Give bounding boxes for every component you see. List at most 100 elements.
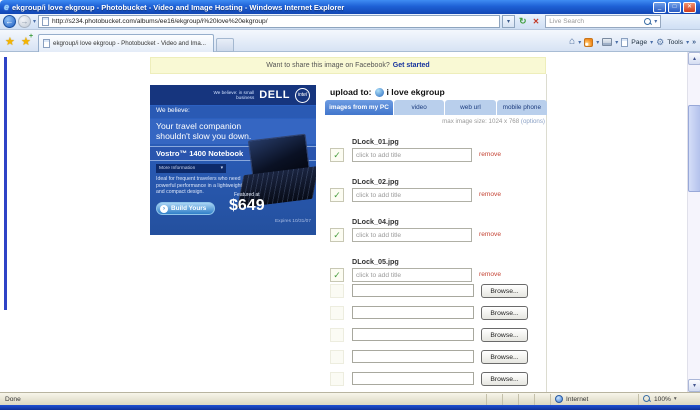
vertical-scrollbar[interactable]: ▴ ▾ <box>687 52 700 392</box>
command-bar: ★ ★ + ekgroup/i love ekgroup - Photobuck… <box>0 30 700 52</box>
window-title: ekgroup/i love ekgroup - Photobucket - V… <box>12 2 345 12</box>
toolbar-overflow-icon[interactable]: » <box>692 39 696 46</box>
status-pane <box>534 393 550 405</box>
print-icon[interactable] <box>602 38 613 46</box>
search-input[interactable] <box>549 18 643 25</box>
album-name: i love ekgroup <box>386 87 445 97</box>
home-icon[interactable]: ⌂ <box>569 37 575 47</box>
url-input[interactable] <box>52 18 497 25</box>
tab-favicon <box>43 39 50 48</box>
page-menu-label[interactable]: Page <box>631 39 647 46</box>
title-bar: e ekgroup/i love ekgroup - Photobucket -… <box>0 0 700 14</box>
address-field[interactable] <box>38 15 501 28</box>
tab-title: ekgroup/i love ekgroup - Photobucket - V… <box>53 40 206 47</box>
feed-dropdown-icon[interactable]: ▾ <box>596 39 599 46</box>
get-started-link[interactable]: Get started <box>393 62 430 69</box>
print-dropdown-icon[interactable]: ▾ <box>615 39 618 46</box>
page-content: Want to share this image on Facebook? Ge… <box>0 52 687 392</box>
empty-check-slot <box>330 284 344 298</box>
window-bottom-border <box>0 405 700 410</box>
ad-expires: Expires 10/31/07 <box>274 219 311 224</box>
history-dropdown-icon[interactable]: ▾ <box>33 18 36 25</box>
search-icon[interactable] <box>644 17 652 26</box>
file-path-input[interactable] <box>352 328 474 341</box>
browse-button[interactable]: Browse... <box>481 306 528 320</box>
zoom-icon <box>643 395 651 403</box>
tab-mobile-phone[interactable]: mobile phone <box>496 100 547 115</box>
status-bar: Done Internet 100% ▾ <box>0 392 700 405</box>
options-link[interactable]: (options) <box>521 118 545 125</box>
zoom-level: 100% <box>654 395 671 403</box>
back-button[interactable]: ← <box>3 15 16 28</box>
tab-web-url[interactable]: web url <box>445 100 496 115</box>
file-path-input[interactable] <box>352 350 474 363</box>
remove-link[interactable]: remove <box>479 151 501 158</box>
file-path-input[interactable] <box>352 306 474 319</box>
empty-check-slot <box>330 306 344 320</box>
remove-link[interactable]: remove <box>479 231 501 238</box>
zoom-dropdown-icon[interactable]: ▾ <box>674 396 677 402</box>
file-check-icon[interactable]: ✓ <box>330 148 344 162</box>
refresh-button[interactable]: ↻ <box>517 16 529 27</box>
empty-check-slot <box>330 350 344 364</box>
address-dropdown-button[interactable]: ▾ <box>502 15 516 28</box>
ie-logo-icon: e <box>4 2 10 12</box>
internet-zone-icon <box>555 395 563 403</box>
build-yours-label: Build Yours <box>171 205 207 212</box>
file-title-input[interactable] <box>352 148 472 162</box>
browse-button[interactable]: Browse... <box>481 372 528 386</box>
ad-top-strip: We believe: in small business DELL intel <box>150 85 316 105</box>
browser-tab[interactable]: ekgroup/i love ekgroup - Photobucket - V… <box>38 34 214 52</box>
remove-link[interactable]: remove <box>479 271 501 278</box>
browse-button[interactable]: Browse... <box>481 350 528 364</box>
build-arrow-icon: › <box>160 204 168 213</box>
rss-feed-icon[interactable] <box>584 37 594 47</box>
max-image-size-note: max image size: 1024 x 768 (options) <box>325 118 545 125</box>
file-name: DLock_05.jpg <box>352 257 399 266</box>
ad-more-information-dropdown[interactable]: More Information ▾ <box>156 164 226 173</box>
tools-menu-label[interactable]: Tools <box>667 39 683 46</box>
close-button[interactable]: ✕ <box>683 1 696 13</box>
ad-more-information-caret-icon: ▾ <box>220 166 223 171</box>
file-check-icon[interactable]: ✓ <box>330 228 344 242</box>
upload-header: upload to: i love ekgroup <box>330 87 445 97</box>
zoom-pane[interactable]: 100% ▾ <box>638 393 700 405</box>
file-title-input[interactable] <box>352 188 472 202</box>
tools-gear-icon[interactable]: ⚙ <box>656 37 664 48</box>
remove-link[interactable]: remove <box>479 191 501 198</box>
stop-button[interactable]: ✕ <box>531 17 542 26</box>
browse-button[interactable]: Browse... <box>481 284 528 298</box>
build-yours-button[interactable]: › Build Yours <box>156 202 216 215</box>
forward-button[interactable]: → <box>18 15 31 28</box>
file-name: DLock_04.jpg <box>352 217 399 226</box>
add-favorite-plus-icon: + <box>29 33 34 40</box>
browse-button[interactable]: Browse... <box>481 328 528 342</box>
file-title-input[interactable] <box>352 228 472 242</box>
tab-images-from-my-pc[interactable]: images from my PC <box>325 100 393 115</box>
dell-advertisement[interactable]: We believe: in small business DELL intel… <box>150 85 316 235</box>
scroll-down-icon[interactable]: ▾ <box>688 379 700 392</box>
address-bar: ← → ▾ ▾ ↻ ✕ ▾ <box>0 14 700 30</box>
file-title-input[interactable] <box>352 268 472 282</box>
search-box[interactable]: ▾ <box>545 15 662 28</box>
tools-dropdown-icon[interactable]: ▾ <box>686 39 689 46</box>
file-path-input[interactable] <box>352 284 474 297</box>
page-menu-dropdown-icon[interactable]: ▾ <box>650 39 653 46</box>
minimize-button[interactable]: _ <box>653 1 666 13</box>
favorites-center-icon[interactable]: ★ <box>5 35 15 48</box>
security-zone-pane: Internet <box>550 393 638 405</box>
facebook-banner-text: Want to share this image on Facebook? <box>266 62 390 69</box>
tab-video[interactable]: video <box>393 100 445 115</box>
new-tab-button[interactable] <box>216 38 234 52</box>
home-dropdown-icon[interactable]: ▾ <box>578 39 581 46</box>
scrollbar-thumb[interactable] <box>688 105 700 192</box>
file-path-input[interactable] <box>352 372 474 385</box>
maximize-button[interactable]: □ <box>668 1 681 13</box>
search-options-icon[interactable]: ▾ <box>654 18 657 25</box>
page-icon <box>42 17 50 26</box>
file-name: DLock_02.jpg <box>352 177 399 186</box>
file-check-icon[interactable]: ✓ <box>330 268 344 282</box>
file-check-icon[interactable]: ✓ <box>330 188 344 202</box>
scroll-up-icon[interactable]: ▴ <box>688 52 700 65</box>
page-menu-icon[interactable] <box>621 37 629 47</box>
